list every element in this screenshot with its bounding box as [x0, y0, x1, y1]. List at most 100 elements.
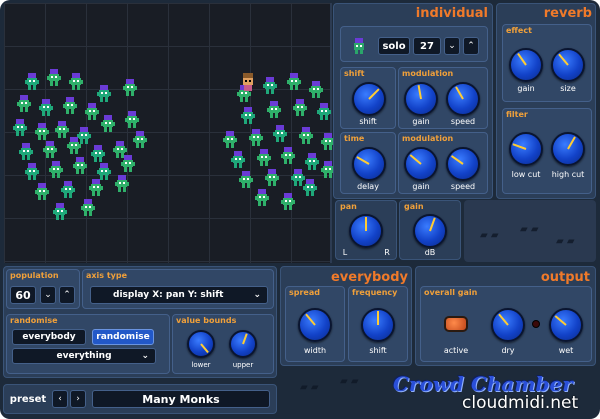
monk-sprite-icon[interactable] [52, 203, 68, 221]
monk-sprite-icon[interactable] [292, 99, 308, 117]
monk-sprite-icon[interactable] [46, 69, 62, 87]
monk-sprite-icon[interactable] [256, 149, 272, 167]
modulation-speed-knob-2[interactable] [446, 147, 480, 181]
modulation-speed-knob-1[interactable] [446, 82, 480, 116]
low-cut-knob[interactable] [509, 132, 543, 166]
monk-sprite-icon[interactable] [38, 99, 54, 117]
monk-sprite-icon[interactable] [88, 179, 104, 197]
monk-sprite-icon[interactable] [272, 125, 288, 143]
gain-knob-label: dB [424, 248, 436, 257]
spread-width-knob[interactable] [298, 308, 332, 342]
monk-sprite-icon[interactable] [48, 161, 64, 179]
axis-type-select[interactable]: display X: pan Y: shift ⌄ [90, 286, 268, 304]
monk-sprite-icon[interactable] [18, 143, 34, 161]
chevron-up-icon: ⌃ [63, 290, 71, 300]
population-down-button[interactable]: ⌄ [40, 286, 56, 304]
voice-up-button[interactable]: ⌃ [463, 37, 479, 55]
monk-sprite-icon[interactable] [34, 183, 50, 201]
gain-knob[interactable] [413, 214, 447, 248]
selected-monk-icon[interactable] [240, 73, 256, 91]
population-up-button[interactable]: ⌃ [59, 286, 75, 304]
monk-sprite-icon[interactable] [72, 157, 88, 175]
output-title: output [540, 270, 590, 285]
randomise-target-select[interactable]: everybody [12, 329, 86, 345]
monk-sprite-icon[interactable] [24, 163, 40, 181]
monk-sprite-icon[interactable] [308, 81, 324, 99]
monk-sprite-icon[interactable] [132, 131, 148, 149]
monk-sprite-icon[interactable] [66, 137, 82, 155]
monk-sprite-icon[interactable] [114, 175, 130, 193]
modulation-gain-knob-1[interactable] [404, 82, 438, 116]
modulation-gain-knob-2[interactable] [404, 147, 438, 181]
monk-sprite-icon[interactable] [122, 79, 138, 97]
monk-sprite-icon[interactable] [266, 101, 282, 119]
active-toggle[interactable] [444, 316, 468, 332]
monk-sprite-icon[interactable] [298, 127, 314, 145]
spread-label: spread [289, 288, 320, 297]
randomise-button[interactable]: randomise [92, 329, 154, 345]
modulation-label-2: modulation [402, 134, 454, 143]
wet-knob[interactable] [549, 308, 583, 342]
frequency-shift-knob[interactable] [361, 308, 395, 342]
monk-sprite-icon[interactable] [68, 73, 84, 91]
monk-sprite-icon[interactable] [12, 119, 28, 137]
monk-sprite-icon[interactable] [34, 123, 50, 141]
chevron-down-icon: ⌄ [253, 290, 261, 300]
footprint-icon: ▰ ▰ [556, 236, 575, 247]
monk-sprite-icon[interactable] [262, 77, 278, 95]
monk-sprite-icon[interactable] [90, 145, 106, 163]
reverb-size-knob[interactable] [551, 48, 585, 82]
reverb-gain-knob[interactable] [509, 48, 543, 82]
monk-sprite-icon[interactable] [80, 199, 96, 217]
monk-sprite-icon[interactable] [120, 155, 136, 173]
time-label: time [344, 134, 365, 143]
voice-number-display[interactable]: 27 [413, 37, 441, 55]
population-value[interactable]: 60 [10, 286, 36, 304]
monk-sprite-icon[interactable] [42, 141, 58, 159]
effect-label: effect [506, 26, 532, 35]
monk-sprite-icon[interactable] [124, 111, 140, 129]
monk-sprite-icon[interactable] [100, 115, 116, 133]
monk-sprite-icon[interactable] [96, 85, 112, 103]
dry-knob[interactable] [491, 308, 525, 342]
pan-knob[interactable] [349, 214, 383, 248]
preset-name-display[interactable]: Many Monks [92, 390, 270, 408]
delay-knob[interactable] [352, 147, 386, 181]
monk-sprite-icon[interactable] [238, 171, 254, 189]
randomise-scope-select[interactable]: everything ⌄ [12, 348, 156, 364]
voice-down-button[interactable]: ⌄ [444, 37, 460, 55]
monk-sprite-icon[interactable] [264, 169, 280, 187]
monk-sprite-icon[interactable] [280, 147, 296, 165]
monk-sprite-icon[interactable] [304, 153, 320, 171]
everybody-title: everybody [330, 270, 408, 285]
lower-bound-knob[interactable] [187, 330, 215, 358]
monk-sprite-icon[interactable] [240, 107, 256, 125]
monk-sprite-icon[interactable] [84, 103, 100, 121]
chevron-left-icon: ‹ [58, 394, 62, 404]
monk-sprite-icon[interactable] [24, 73, 40, 91]
monk-sprite-icon[interactable] [316, 103, 332, 121]
footprint-icon: ▰ ▰ [340, 376, 359, 387]
dry-label: dry [501, 346, 515, 355]
monk-sprite-icon[interactable] [16, 95, 32, 113]
monk-sprite-icon[interactable] [62, 97, 78, 115]
monk-sprite-icon[interactable] [302, 179, 318, 197]
crowd-stage[interactable] [4, 3, 335, 263]
monk-sprite-icon[interactable] [254, 189, 270, 207]
monk-sprite-icon[interactable] [222, 131, 238, 149]
chevron-right-icon: › [76, 394, 80, 404]
monk-sprite-icon[interactable] [60, 181, 76, 199]
monk-sprite-icon[interactable] [248, 129, 264, 147]
solo-button[interactable]: solo [378, 37, 410, 55]
preset-next-button[interactable]: › [70, 390, 86, 408]
monk-sprite-icon[interactable] [280, 193, 296, 211]
monk-avatar-icon [352, 38, 366, 54]
shift-knob-label: shift [359, 117, 377, 126]
monk-sprite-icon[interactable] [230, 151, 246, 169]
high-cut-knob[interactable] [551, 132, 585, 166]
chevron-down-icon: ⌄ [44, 290, 52, 300]
upper-bound-knob[interactable] [229, 330, 257, 358]
shift-knob[interactable] [352, 82, 386, 116]
preset-prev-button[interactable]: ‹ [52, 390, 68, 408]
monk-sprite-icon[interactable] [286, 73, 302, 91]
